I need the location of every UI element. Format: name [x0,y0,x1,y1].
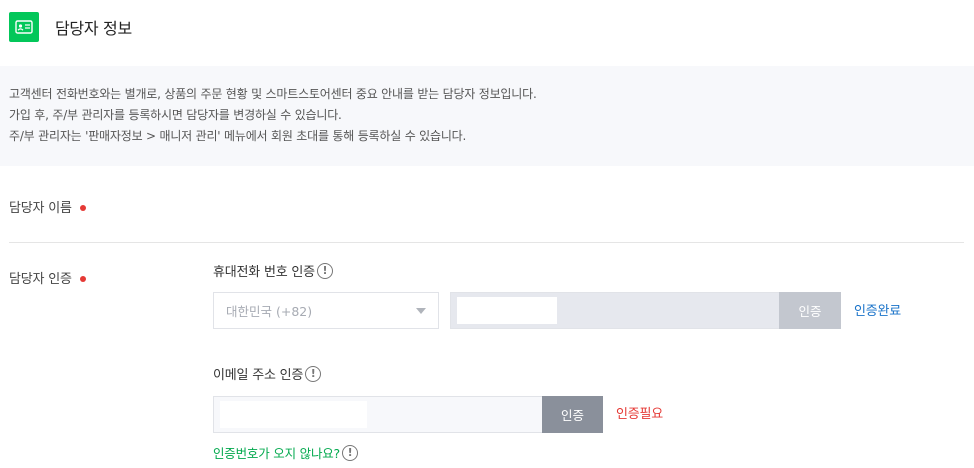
id-card-icon [9,12,39,42]
phone-verify-button[interactable]: 인증 [779,292,841,329]
country-code-select[interactable]: 대한민국 (+82) [213,292,439,329]
phone-number-value-masked [457,297,557,324]
required-dot-icon [79,275,86,282]
section-header: 담당자 정보 [0,0,974,54]
phone-number-input[interactable] [450,292,780,329]
email-auth-title: 이메일 주소 인증 ! [213,364,322,383]
manager-auth-label-text: 담당자 인증 [9,272,72,287]
exclamation-circle-icon[interactable]: ! [316,262,333,279]
manager-name-label-text: 담당자 이름 [9,201,72,216]
caret-down-icon [416,308,426,314]
phone-auth-title-text: 휴대전화 번호 인증 [213,265,315,280]
country-code-value: 대한민국 (+82) [226,304,313,319]
manager-auth-label: 담당자 인증 [9,268,86,287]
phone-auth-title: 휴대전화 번호 인증 ! [213,261,333,280]
email-input[interactable] [213,396,543,433]
email-value-masked [220,401,367,428]
code-not-received-text: 인증번호가 오지 않나요? [213,446,340,461]
code-not-received-link[interactable]: 인증번호가 오지 않나요? ! [213,443,358,462]
divider [9,242,964,243]
notice-box: 고객센터 전화번호와는 별개로, 상품의 주문 현황 및 스마트스토어센터 중요… [0,66,974,166]
email-verify-needed-status: 인증필요 [616,407,664,422]
email-verify-button[interactable]: 인증 [542,396,603,433]
section-title: 담당자 정보 [55,19,132,38]
required-dot-icon [79,204,86,211]
phone-verified-status: 인증완료 [854,304,902,319]
email-auth-title-text: 이메일 주소 인증 [213,368,304,383]
notice-line: 고객센터 전화번호와는 별개로, 상품의 주문 현황 및 스마트스토어센터 중요… [9,87,537,101]
manager-name-label: 담당자 이름 [9,197,86,216]
notice-line: 주/부 관리자는 '판매자정보 > 매니저 관리' 메뉴에서 회원 초대를 통해… [9,129,467,143]
exclamation-circle-icon[interactable]: ! [305,365,322,382]
exclamation-circle-icon[interactable]: ! [341,444,358,461]
notice-line: 가입 후, 주/부 관리자를 등록하시면 담당자를 변경하실 수 있습니다. [9,108,342,122]
